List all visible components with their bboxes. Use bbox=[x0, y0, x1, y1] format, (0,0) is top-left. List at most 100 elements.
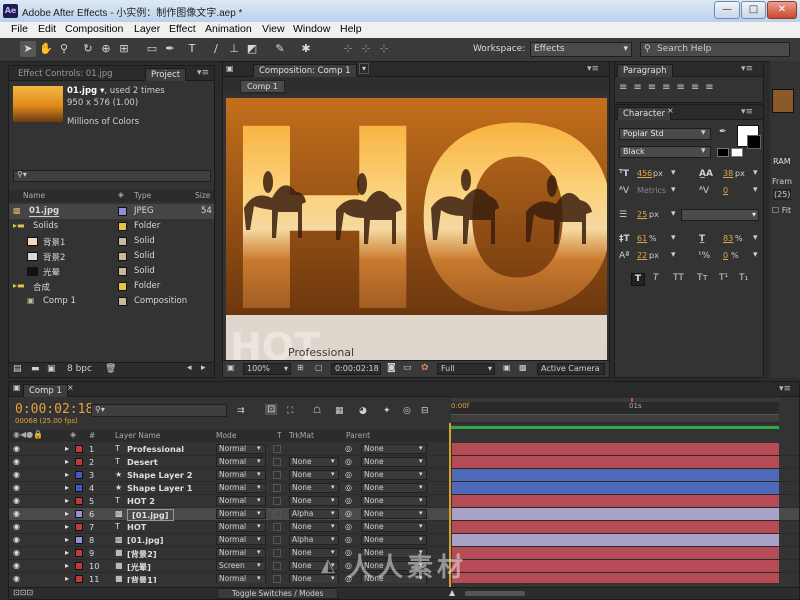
layer-label-chip[interactable] bbox=[75, 523, 83, 531]
col-mode[interactable]: Mode bbox=[216, 431, 236, 440]
layer-label-chip[interactable] bbox=[75, 471, 83, 479]
layer-label-chip[interactable] bbox=[75, 575, 83, 583]
parent-dropdown[interactable]: None bbox=[361, 496, 427, 506]
label-column-icon[interactable]: ◈ bbox=[118, 190, 124, 199]
item-name[interactable]: 01.jpg ▾ bbox=[67, 86, 104, 96]
roto-brush-tool-icon[interactable]: ✎ bbox=[272, 41, 288, 57]
horizontal-scale-value[interactable]: 83 bbox=[723, 234, 733, 243]
col-parent[interactable]: Parent bbox=[346, 431, 370, 440]
pick-whip-icon[interactable]: ◎ bbox=[345, 535, 352, 544]
minimize-button[interactable]: — bbox=[714, 1, 740, 19]
eye-visibility-icon[interactable]: ◉ bbox=[13, 496, 20, 505]
eye-visibility-icon[interactable]: ◉ bbox=[13, 470, 20, 479]
selection-tool-icon[interactable]: ➤ bbox=[20, 41, 36, 57]
parent-dropdown[interactable]: None bbox=[361, 522, 427, 532]
pick-whip-icon[interactable]: ◎ bbox=[345, 444, 352, 453]
zoom-out-icon[interactable]: ▲ bbox=[449, 588, 455, 597]
layer-row[interactable]: ◉ ▸ 4 ★ Shape Layer 1 Normal ▾ None ▾ ◎ None ▾ bbox=[9, 482, 799, 495]
chevron-down-icon[interactable]: ▾ bbox=[753, 168, 758, 178]
layer-name[interactable]: Shape Layer 2 bbox=[127, 470, 192, 480]
vertical-scale-value[interactable]: 61 bbox=[637, 234, 647, 243]
tab-composition[interactable]: Composition: Comp 1 bbox=[253, 64, 357, 77]
superscript-button[interactable]: T¹ bbox=[719, 273, 728, 283]
expand-layer-icon[interactable]: ▸ bbox=[65, 457, 69, 466]
project-search-input[interactable]: ⚲▾ bbox=[13, 170, 211, 182]
expand-layer-icon[interactable]: ▸ bbox=[65, 483, 69, 492]
stroke-style-dropdown[interactable]: ▾ bbox=[681, 209, 759, 221]
tab-project[interactable]: Project bbox=[145, 68, 187, 81]
eye-visibility-icon[interactable]: ◉ bbox=[13, 548, 20, 557]
axis-mode-icon[interactable]: ⊹ bbox=[340, 41, 356, 57]
always-preview-icon[interactable]: ▣ bbox=[227, 363, 235, 372]
frame-rate-value[interactable]: (25) bbox=[773, 189, 792, 200]
full-screen-checkbox[interactable]: ☐ Fit bbox=[772, 206, 791, 215]
faux-italic-button[interactable]: T bbox=[653, 273, 659, 283]
preserve-transparency-checkbox[interactable] bbox=[273, 497, 281, 505]
brush-tool-icon[interactable]: ∕ bbox=[208, 41, 224, 57]
label-color-chip[interactable] bbox=[118, 297, 127, 306]
label-color-chip[interactable] bbox=[118, 237, 127, 246]
preserve-transparency-checkbox[interactable] bbox=[273, 445, 281, 453]
eye-visibility-icon[interactable]: ◉ bbox=[13, 483, 20, 492]
close-button[interactable]: ✕ bbox=[767, 1, 797, 19]
auto-keyframe-icon[interactable]: ◎ bbox=[403, 406, 411, 416]
font-size-value[interactable]: 456 bbox=[637, 169, 652, 178]
layer-row[interactable]: ◉ ▸ 8 ▩ [01.jpg] Normal ▾ Alpha ▾ ◎ None ▾ bbox=[9, 534, 799, 547]
preserve-transparency-checkbox[interactable] bbox=[273, 575, 281, 583]
pen-tool-icon[interactable]: ✒ bbox=[162, 41, 178, 57]
layer-duration-bar[interactable] bbox=[452, 508, 779, 520]
workspace-dropdown[interactable]: Effects ▾ bbox=[530, 42, 632, 57]
layer-name[interactable]: Desert bbox=[127, 457, 158, 467]
col-type[interactable]: Type bbox=[134, 191, 151, 200]
preserve-transparency-checkbox[interactable] bbox=[273, 471, 281, 479]
menu-animation[interactable]: Animation bbox=[205, 23, 252, 35]
rectangle-tool-icon[interactable]: ▭ bbox=[144, 41, 160, 57]
layer-duration-bar[interactable] bbox=[452, 469, 779, 481]
chevron-down-icon[interactable]: ▾ bbox=[359, 63, 370, 74]
work-area-range[interactable] bbox=[451, 426, 779, 429]
project-item-row[interactable]: ▸▬ 合成 Folder bbox=[9, 279, 214, 294]
show-snapshot-icon[interactable]: ▭ bbox=[403, 363, 412, 373]
layer-duration-bar[interactable] bbox=[452, 443, 779, 455]
color-depth-label[interactable]: 8 bpc bbox=[67, 364, 92, 374]
chevron-down-icon[interactable]: ▾ bbox=[753, 185, 758, 195]
expand-layer-icon[interactable]: ▸ bbox=[65, 561, 69, 570]
menu-window[interactable]: Window bbox=[293, 23, 330, 35]
eye-visibility-icon[interactable]: ◉ bbox=[13, 574, 20, 583]
layer-label-chip[interactable] bbox=[75, 497, 83, 505]
leading-value[interactable]: 38 bbox=[723, 169, 733, 178]
pick-whip-icon[interactable]: ◎ bbox=[345, 457, 352, 466]
interpret-footage-icon[interactable]: ▤ bbox=[13, 364, 22, 374]
channels-icon[interactable]: ✿ bbox=[421, 363, 429, 373]
live-update-icon[interactable]: ⊡ bbox=[265, 404, 278, 415]
layer-name[interactable]: [光晕] bbox=[127, 561, 151, 573]
hand-tool-icon[interactable]: ✋ bbox=[38, 41, 54, 57]
project-item-row[interactable]: 背景1 Solid bbox=[9, 234, 214, 249]
search-help-input[interactable]: ⚲ Search Help bbox=[640, 42, 790, 57]
project-item-row[interactable]: ▸▬ Solids Folder bbox=[9, 219, 214, 234]
type-tool-icon[interactable]: T bbox=[184, 41, 200, 57]
chevron-down-icon[interactable]: ▾ bbox=[671, 250, 676, 260]
layer-row[interactable]: ◉ ▸ 6 ▩ [01.jpg] Normal ▾ Alpha ▾ ◎ None ▾ bbox=[9, 508, 799, 521]
layer-duration-bar[interactable] bbox=[452, 534, 779, 546]
layer-duration-bar[interactable] bbox=[452, 560, 779, 572]
label-color-chip[interactable] bbox=[118, 282, 127, 291]
menu-layer[interactable]: Layer bbox=[134, 23, 160, 35]
small-caps-button[interactable]: Tт bbox=[697, 273, 708, 283]
layer-name[interactable]: [背景1] bbox=[127, 574, 157, 583]
menu-composition[interactable]: Composition bbox=[65, 23, 123, 35]
parent-dropdown[interactable]: None bbox=[361, 483, 427, 493]
transparency-grid-icon[interactable]: ▩ bbox=[519, 363, 527, 372]
motion-blur-icon[interactable]: ◕ bbox=[359, 406, 367, 416]
tsume-value[interactable]: 0 bbox=[723, 251, 728, 260]
scroll-right-icon[interactable]: ▸ bbox=[201, 363, 206, 373]
work-area-bar[interactable] bbox=[451, 398, 779, 402]
zoom-tool-icon[interactable]: ⚲ bbox=[56, 41, 72, 57]
time-navigator[interactable] bbox=[451, 414, 779, 422]
preserve-transparency-checkbox[interactable] bbox=[273, 510, 281, 518]
hide-shy-layers-icon[interactable]: ☖ bbox=[313, 406, 321, 416]
pick-whip-icon[interactable]: ◎ bbox=[345, 470, 352, 479]
frame-blending-icon[interactable]: ▦ bbox=[335, 406, 344, 416]
chevron-down-icon[interactable]: ▾ bbox=[671, 185, 676, 195]
mask-visibility-icon[interactable]: ▢ bbox=[315, 363, 323, 372]
